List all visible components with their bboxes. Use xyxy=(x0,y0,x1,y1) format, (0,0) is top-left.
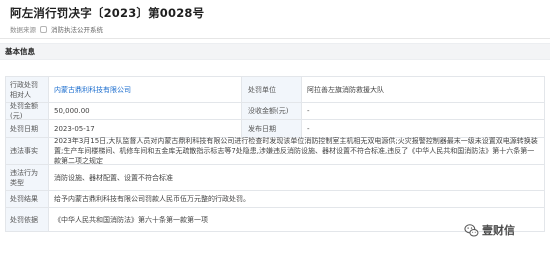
table-row: 处罚结果 给予内蒙古鼎利科技有限公司罚款人民币伍万元整的行政处罚。 xyxy=(6,191,545,208)
result-value: 给予内蒙古鼎利科技有限公司罚款人民币伍万元整的行政处罚。 xyxy=(49,191,545,207)
confiscated-label: 没收金额(元) xyxy=(242,103,302,119)
unit-label: 处罚单位 xyxy=(242,77,302,102)
page-title: 阿左消行罚决字〔2023〕第0028号 xyxy=(10,6,205,20)
table-row: 违法行为类型 消防设施、器材配置、设置不符合标准 xyxy=(6,165,545,191)
category-value: 消防设施、器材配置、设置不符合标准 xyxy=(49,165,545,190)
publish-value: - xyxy=(302,120,545,137)
source-label: 数据来源 xyxy=(10,26,36,34)
facts-label: 违法事实 xyxy=(6,138,49,164)
party-value: 内蒙古鼎利科技有限公司 xyxy=(49,77,242,102)
publish-label: 发布日期 xyxy=(242,120,302,137)
date-label: 处罚日期 xyxy=(6,120,49,137)
table-row: 违法事实 2023年3月15日,大队监督人员对内蒙古鼎利科技有限公司进行检查时发… xyxy=(6,137,545,165)
unit-value: 阿拉善左旗消防救援大队 xyxy=(302,77,545,102)
facts-value: 2023年3月15日,大队监督人员对内蒙古鼎利科技有限公司进行检查时发现该单位消… xyxy=(49,137,545,165)
table-row: 处罚金额(元) 50,000.00 没收金额(元) - xyxy=(6,102,545,120)
confiscated-value: - xyxy=(302,103,545,119)
source-divider-icon xyxy=(40,25,47,33)
result-label: 处罚结果 xyxy=(6,191,49,207)
data-source: 数据来源 消防执法公开系统 xyxy=(10,24,103,34)
watermark-text: 壹财信 xyxy=(482,224,515,237)
basis-label: 处罚依据 xyxy=(6,208,49,231)
category-label: 违法行为类型 xyxy=(6,165,49,190)
date-value: 2023-05-17 xyxy=(49,120,242,137)
wechat-icon xyxy=(464,223,479,237)
info-table: 行政处罚相对人 内蒙古鼎利科技有限公司 处罚单位 阿拉善左旗消防救援大队 处罚金… xyxy=(5,76,545,232)
amount-value: 50,000.00 xyxy=(49,103,242,119)
table-row: 行政处罚相对人 内蒙古鼎利科技有限公司 处罚单位 阿拉善左旗消防救援大队 xyxy=(6,77,545,103)
section-title: 基本信息 xyxy=(0,43,550,60)
source-value: 消防执法公开系统 xyxy=(51,26,103,34)
watermark: 壹财信 xyxy=(464,222,515,238)
amount-label: 处罚金额(元) xyxy=(6,102,49,120)
party-link[interactable]: 内蒙古鼎利科技有限公司 xyxy=(54,85,131,95)
party-label: 行政处罚相对人 xyxy=(6,77,49,102)
header-divider xyxy=(0,38,550,39)
